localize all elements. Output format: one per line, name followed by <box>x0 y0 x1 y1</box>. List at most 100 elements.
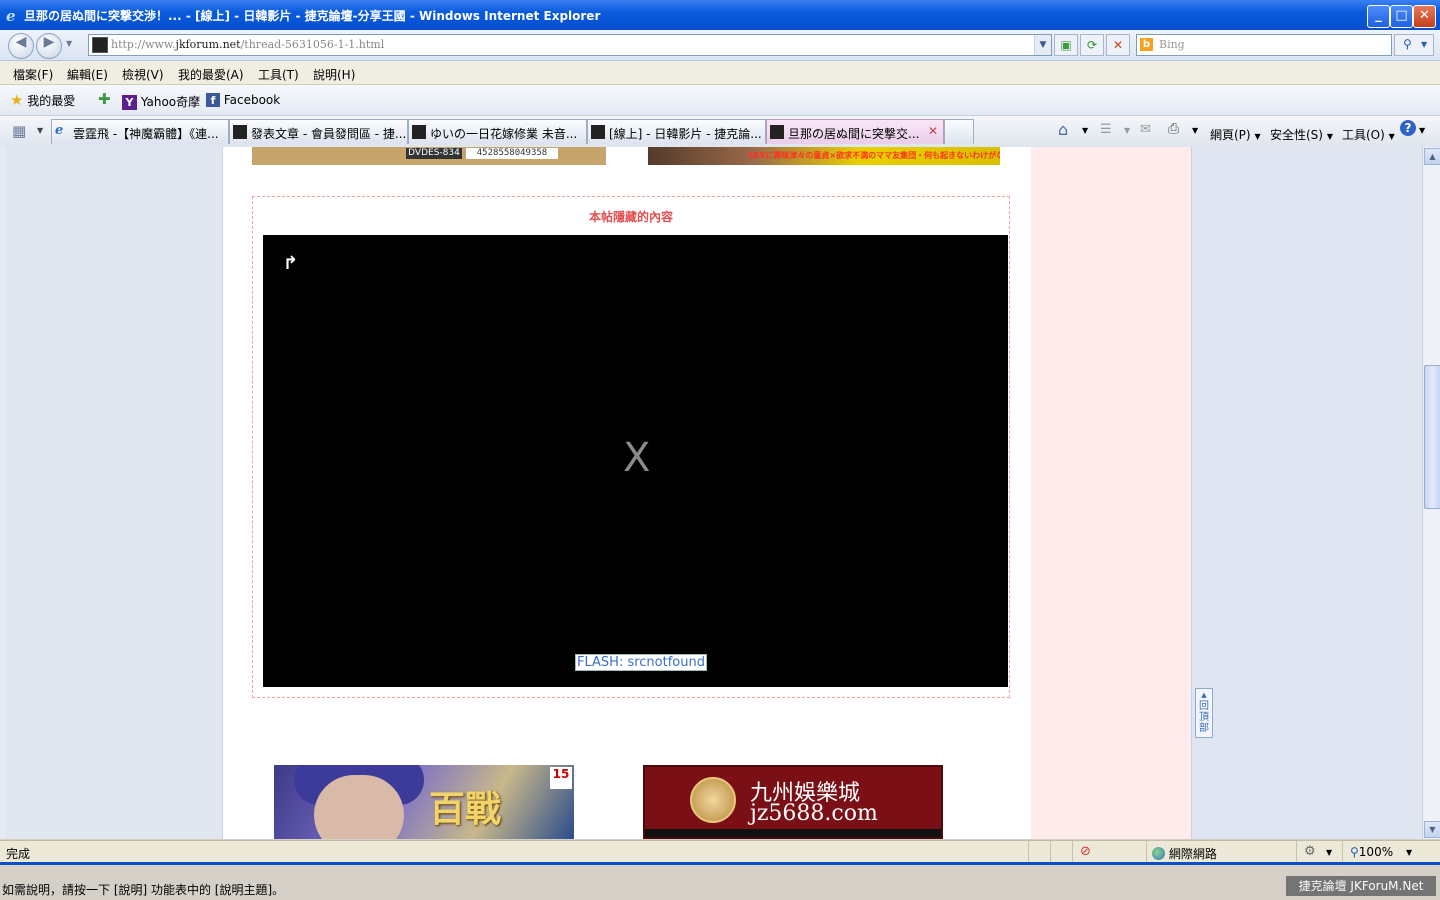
internet-zone[interactable]: 網際網路 <box>1152 845 1217 862</box>
banner-ad-left[interactable]: DVDES-834 4528558049358 <box>252 147 606 165</box>
fav-yahoo[interactable]: Y Yahoo奇摩 <box>122 93 200 110</box>
menu-favorites[interactable]: 我的最愛(A) <box>178 66 244 83</box>
refresh-icon[interactable]: ⟳ <box>1080 34 1104 56</box>
banner-barcode: 4528558049358 <box>466 148 558 159</box>
back-to-top-button[interactable]: ▲ 回頂部 <box>1195 688 1213 738</box>
menu-file[interactable]: 檔案(F) <box>13 66 53 83</box>
tab-active[interactable]: 旦那の居ぬ間に突撃交... ✕ <box>766 119 944 144</box>
scroll-down-arrow-icon[interactable]: ▼ <box>1424 821 1440 838</box>
flash-video-player[interactable]: ↱ X FLASH: srcnotfound <box>263 235 1008 687</box>
mail-icon[interactable]: ✉ <box>1140 122 1151 137</box>
flash-error-text: FLASH: srcnotfound <box>575 654 707 671</box>
tools-menu[interactable]: 工具(O) ▼ <box>1342 126 1395 143</box>
help-dropdown-icon[interactable]: ▼ <box>1419 126 1425 135</box>
menu-edit[interactable]: 編輯(E) <box>67 66 108 83</box>
player-error-x: X <box>623 435 651 481</box>
quick-tabs-icon[interactable]: ▦ <box>12 122 30 140</box>
ie-icon: e <box>6 7 16 25</box>
window-title: 旦那の居ぬ間に突撃交渉！... - [線上] - 日韓影片 - 捷克論壇-分享王… <box>24 9 601 23</box>
favorites-button[interactable]: ★ 我的最愛 <box>10 91 75 109</box>
ie-icon: e <box>55 123 64 138</box>
stop-icon[interactable]: ✕ <box>1106 34 1130 56</box>
ad-game-title: 百戰 <box>429 788 502 830</box>
scroll-thumb[interactable] <box>1424 365 1440 509</box>
magnifier-icon: ⚲ <box>1403 37 1412 51</box>
banner-ad-right[interactable]: SEXに興味津々の童貞×欲求不満のママ友集団・何も起きないわけがない!! <box>648 147 1000 165</box>
menu-view[interactable]: 檢視(V) <box>122 66 164 83</box>
popup-blocked-icon[interactable]: ⊘ <box>1080 844 1091 859</box>
fav-facebook[interactable]: f Facebook <box>206 93 280 107</box>
address-bar[interactable]: http://www.jkforum.net/thread-5631056-1-… <box>88 34 1052 56</box>
yahoo-icon: Y <box>122 95 137 110</box>
maximize-button[interactable]: □ <box>1390 5 1413 28</box>
banner-product-code: DVDES-834 <box>406 148 462 159</box>
site-icon <box>770 125 784 139</box>
share-icon[interactable]: ↱ <box>283 253 298 274</box>
help-status-line: 如需說明，請按一下 [說明] 功能表中的 [說明主題]。 <box>0 865 1440 900</box>
home-dropdown-icon[interactable]: ▼ <box>1082 126 1088 135</box>
menu-tools[interactable]: 工具(T) <box>258 66 299 83</box>
casino-ad-banner[interactable]: 九州娛樂城 jz5688.com <box>643 765 943 839</box>
bing-icon: b <box>1140 38 1153 51</box>
tab-close-icon[interactable]: ✕ <box>928 124 938 138</box>
minimize-button[interactable]: _ <box>1367 5 1390 28</box>
game-ad-banner[interactable]: 百戰 15 <box>274 765 574 839</box>
tab-list-dropdown-icon[interactable]: ▼ <box>37 126 43 135</box>
compatibility-view-icon[interactable]: ▣ <box>1054 34 1078 56</box>
favorites-star-icon: ★ <box>10 91 24 109</box>
casino-site: jz5688.com <box>750 801 878 826</box>
search-options-icon[interactable]: ▼ <box>1421 40 1427 49</box>
zoom-level[interactable]: ⚲100% <box>1350 845 1393 859</box>
search-button[interactable]: ⚲ ▼ <box>1394 34 1434 56</box>
site-favicon-icon <box>92 37 108 53</box>
site-icon <box>233 125 247 139</box>
ad-character-face <box>314 775 404 839</box>
help-icon[interactable]: ? <box>1400 120 1416 136</box>
tab-3[interactable]: ゆいの一日花嫁修業 未音... <box>408 119 587 144</box>
hidden-content-title: 本帖隱藏的內容 <box>588 210 673 224</box>
globe-icon <box>1152 847 1165 860</box>
home-icon[interactable]: ⌂ <box>1058 120 1068 139</box>
casino-ad-band <box>645 829 941 837</box>
address-dropdown-icon[interactable]: ▼ <box>1034 35 1051 55</box>
jkforum-watermark: 捷克論壇 JKForuM.Net <box>1286 876 1436 896</box>
protected-dropdown-icon[interactable]: ▼ <box>1326 848 1332 857</box>
age-rating-badge: 15 <box>550 767 572 789</box>
status-text: 完成 <box>6 847 31 861</box>
favorites-bar: ★ 我的最愛 ✚ Y Yahoo奇摩 f Facebook <box>0 85 1440 116</box>
back-button[interactable]: ◀ <box>8 33 34 59</box>
new-tab-button[interactable] <box>944 119 974 144</box>
history-dropdown-icon[interactable]: ▼ <box>66 39 72 48</box>
print-icon[interactable]: ⎙ <box>1168 121 1179 137</box>
protected-mode-icon[interactable]: ⚙ <box>1304 844 1316 859</box>
print-dropdown-icon[interactable]: ▼ <box>1192 126 1198 135</box>
banner-slogan: SEXに興味津々の童貞×欲求不満のママ友集団・何も起きないわけがない!! <box>748 151 1000 160</box>
tab-2[interactable]: 發表文章 - 會員發問區 - 捷... <box>229 119 408 144</box>
safety-menu[interactable]: 安全性(S) ▼ <box>1270 126 1333 143</box>
tab-bar: ▦ ▼ e 雲霆飛 -【神魔霸體】《連... 發表文章 - 會員發問區 - 捷.… <box>0 116 1440 148</box>
close-button[interactable]: ✕ <box>1413 5 1436 28</box>
feeds-icon[interactable]: ☰ <box>1100 122 1112 137</box>
page-left-margin <box>6 147 222 839</box>
window-title-bar[interactable]: e 旦那の居ぬ間に突撃交渉！... - [線上] - 日韓影片 - 捷克論壇-分… <box>0 0 1440 30</box>
search-placeholder: Bing <box>1159 38 1185 51</box>
site-icon <box>591 125 605 139</box>
tab-1[interactable]: e 雲霆飛 -【神魔霸體】《連... <box>51 119 229 144</box>
page-right-margin <box>1191 147 1423 839</box>
tab-4[interactable]: [線上] - 日韓影片 - 捷克論... <box>587 119 766 144</box>
add-favorite-icon[interactable]: ✚ <box>98 90 111 108</box>
page-menu[interactable]: 網頁(P) ▼ <box>1210 126 1261 143</box>
menu-bar: 檔案(F) 編輯(E) 檢視(V) 我的最愛(A) 工具(T) 說明(H) <box>0 61 1440 85</box>
site-icon <box>412 125 426 139</box>
address-url: http://www.jkforum.net/thread-5631056-1-… <box>111 38 385 51</box>
search-input[interactable]: b Bing <box>1136 34 1392 56</box>
vertical-scrollbar[interactable]: ▲ ▼ <box>1422 147 1440 839</box>
forward-button[interactable]: ▶ <box>36 33 62 59</box>
menu-help[interactable]: 說明(H) <box>313 66 355 83</box>
banner-ad-logo <box>606 147 648 165</box>
facebook-icon: f <box>206 93 220 107</box>
feeds-dropdown-icon[interactable]: ▼ <box>1124 126 1130 135</box>
zoom-dropdown-icon[interactable]: ▼ <box>1406 848 1412 857</box>
zoom-icon: ⚲ <box>1350 845 1359 859</box>
scroll-up-arrow-icon[interactable]: ▲ <box>1424 148 1440 165</box>
